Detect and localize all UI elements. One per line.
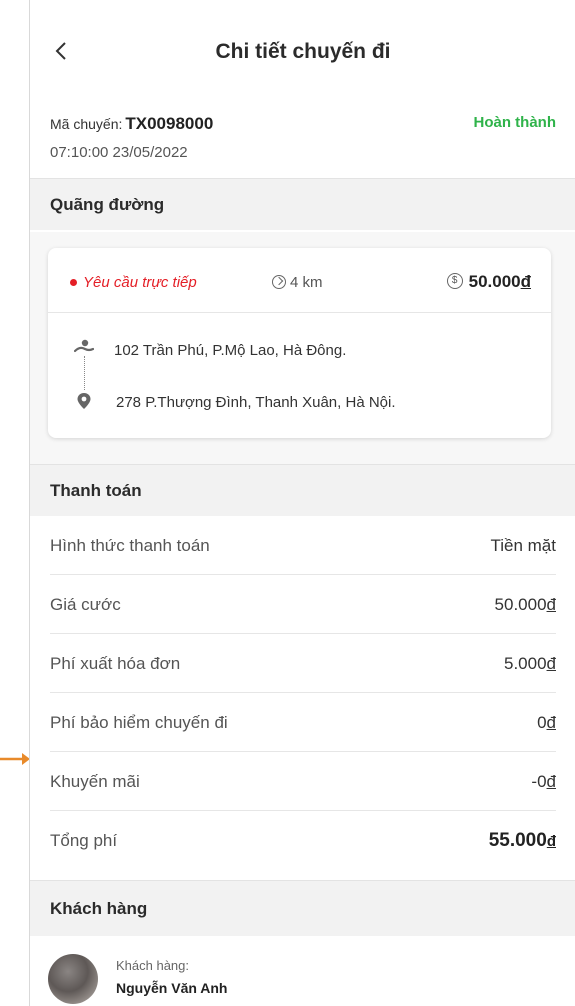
promotion-value: -0đ (531, 772, 556, 792)
page-margin (0, 0, 14, 1006)
total-row: Tổng phí 55.000đ (50, 811, 556, 869)
trip-code: Mã chuyến: TX0098000 (50, 114, 213, 134)
payment-method-label: Hình thức thanh toán (50, 536, 210, 555)
distance: 4 km (272, 274, 323, 291)
map-pin-icon (77, 393, 91, 409)
customer-section-title: Khách hàng (30, 880, 575, 936)
payment-method-row: Hình thức thanh toán Tiền mặt (50, 516, 556, 575)
pickup-address: 102 Trần Phú, P.Mộ Lao, Hà Đông. (114, 342, 347, 359)
currency-symbol: đ (546, 654, 556, 673)
route-connector (84, 356, 85, 390)
trip-summary: Mã chuyến: TX0098000 Hoàn thành 07:10:00 … (30, 92, 575, 178)
page-title: Chi tiết chuyến đi (215, 40, 391, 63)
route-section-title: Quãng đường (30, 178, 575, 230)
currency-symbol: đ (546, 713, 556, 732)
currency-symbol: đ (546, 595, 556, 614)
trip-datetime: 07:10:00 23/05/2022 (50, 144, 188, 161)
currency-symbol: đ (520, 272, 531, 291)
request-type-label: Yêu cầu trực tiếp (83, 274, 197, 291)
route-section: Yêu cầu trực tiếp 4 km $50.000đ 102 Trần… (30, 232, 575, 464)
invoice-fee-row: Phí xuất hóa đơn 5.000đ (50, 634, 556, 693)
fare-row: Giá cước 50.000đ (50, 575, 556, 634)
trip-price-value: 50.000 (468, 272, 521, 291)
navigation-icon (272, 275, 286, 290)
route-card-header: Yêu cầu trực tiếp 4 km $50.000đ (48, 248, 551, 313)
fare-label: Giá cước (50, 595, 121, 614)
dollar-coin-icon: $ (446, 272, 463, 289)
total-label: Tổng phí (50, 831, 118, 850)
currency-symbol: đ (546, 772, 556, 791)
currency-symbol: đ (546, 833, 556, 850)
trip-code-label: Mã chuyến: (50, 116, 123, 132)
total-amount: 55.000 (488, 830, 547, 851)
trip-price: $50.000đ (446, 272, 531, 292)
trip-code-value: TX0098000 (125, 114, 214, 133)
customer-label: Khách hàng: (116, 958, 190, 973)
request-type: Yêu cầu trực tiếp (70, 274, 197, 291)
red-dot-icon (70, 278, 77, 286)
app-header: Chi tiết chuyến đi (30, 0, 575, 92)
insurance-fee-row: Phí bảo hiểm chuyến đi 0đ (50, 693, 556, 752)
person-walking-icon (74, 339, 94, 353)
phone-screen: Chi tiết chuyến đi Mã chuyến: TX0098000 H… (29, 0, 575, 1006)
invoice-fee-amount: 5.000 (503, 654, 547, 673)
invoice-fee-label: Phí xuất hóa đơn (50, 654, 181, 673)
avatar (48, 954, 98, 1004)
customer-name: Nguyễn Văn Anh (116, 980, 228, 996)
fare-value: 50.000đ (495, 595, 556, 615)
invoice-fee-value: 5.000đ (504, 654, 556, 674)
promotion-label: Khuyến mãi (50, 772, 140, 791)
insurance-fee-amount: 0 (537, 713, 547, 732)
payment-list: Hình thức thanh toán Tiền mặt Giá cước 5… (30, 516, 575, 869)
payment-method-value: Tiền mặt (490, 536, 556, 555)
promotion-row: Khuyến mãi -0đ (50, 752, 556, 811)
payment-section-title: Thanh toán (30, 464, 575, 516)
distance-value: 4 km (290, 274, 323, 291)
pointer-arrow-icon (0, 753, 30, 765)
promotion-amount: -0 (531, 772, 547, 791)
total-value: 55.000đ (489, 830, 556, 852)
status-badge: Hoàn thành (473, 114, 557, 131)
dropoff-address: 278 P.Thượng Đình, Thanh Xuân, Hà Nội. (116, 394, 396, 411)
route-card: Yêu cầu trực tiếp 4 km $50.000đ 102 Trần… (48, 248, 551, 438)
fare-amount: 50.000 (494, 595, 547, 614)
customer-info[interactable]: Khách hàng: Nguyễn Văn Anh (30, 946, 575, 1006)
insurance-fee-value: 0đ (537, 713, 556, 733)
insurance-fee-label: Phí bảo hiểm chuyến đi (50, 713, 228, 732)
